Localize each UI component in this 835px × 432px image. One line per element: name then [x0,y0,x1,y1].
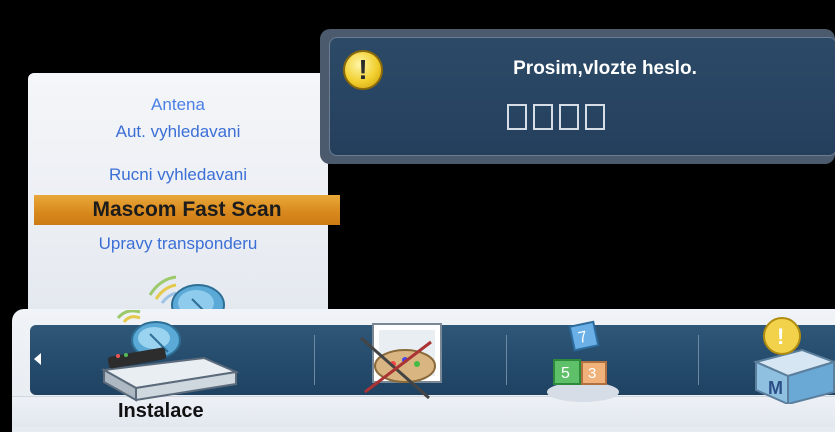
svg-text:3: 3 [588,365,596,382]
pin-digit-box[interactable] [507,104,527,130]
installation-icon[interactable] [84,310,244,405]
menu-item-auto-search[interactable]: Aut. vyhledavani [28,121,328,143]
menu-item-transponder-edit[interactable]: Upravy transponderu [28,233,328,255]
divider [698,335,699,385]
menu-item-mascom-fast-scan[interactable]: Mascom Fast Scan [34,195,340,225]
warning-icon: ! [343,50,383,90]
svg-text:M: M [768,378,783,398]
category-label: Instalace [118,400,204,422]
dialog-message: Prosim,vlozte heslo. [513,58,697,79]
password-dialog-body: ! Prosim,vlozte heslo. [329,37,835,156]
tv-menu-screen: Antena Aut. vyhledavani Rucni vyhledavan… [0,0,835,432]
info-box-icon[interactable]: M ! [742,312,835,404]
divider [506,335,507,385]
menu-item-antena[interactable]: Antena [28,94,328,116]
scroll-left-arrow-icon[interactable] [34,353,41,365]
svg-text:5: 5 [561,365,570,382]
pin-digit-box[interactable] [585,104,605,130]
pin-digit-box[interactable] [559,104,579,130]
pin-entry[interactable] [507,104,605,130]
password-dialog: ! Prosim,vlozte heslo. [320,29,835,164]
preferences-icon[interactable] [345,318,455,406]
svg-text:!: ! [777,324,784,349]
menu-item-manual-search[interactable]: Rucni vyhledavani [28,164,328,186]
installation-menu-panel: Antena Aut. vyhledavani Rucni vyhledavan… [28,73,340,326]
divider [314,335,315,385]
system-blocks-icon[interactable]: 7 5 3 [538,320,628,406]
pin-digit-box[interactable] [533,104,553,130]
